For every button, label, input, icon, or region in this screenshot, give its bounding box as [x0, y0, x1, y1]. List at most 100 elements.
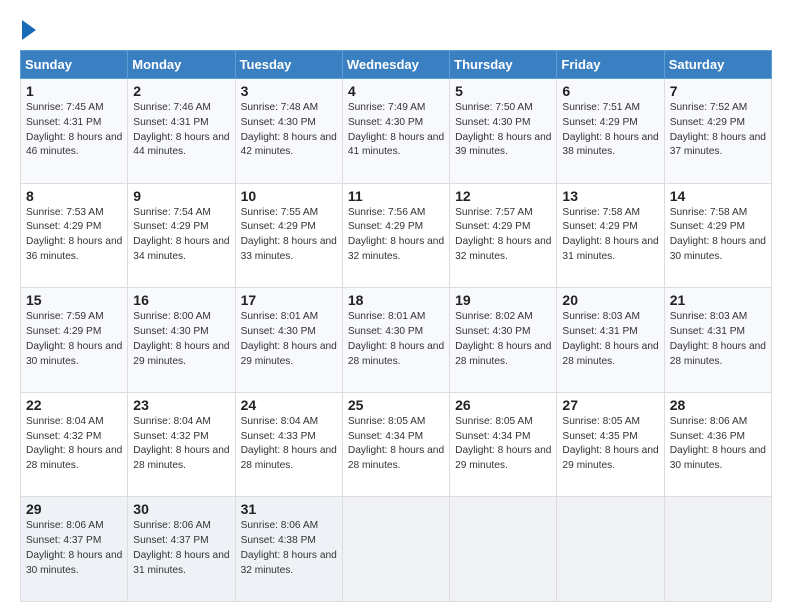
day-header-tuesday: Tuesday: [235, 51, 342, 79]
day-info: Sunrise: 8:05 AMSunset: 4:35 PMDaylight:…: [562, 416, 658, 471]
calendar-page: SundayMondayTuesdayWednesdayThursdayFrid…: [0, 0, 792, 612]
calendar-cell: 14 Sunrise: 7:58 AMSunset: 4:29 PMDaylig…: [664, 183, 771, 288]
day-number: 10: [241, 188, 337, 204]
day-number: 5: [455, 83, 551, 99]
day-number: 11: [348, 188, 444, 204]
day-info: Sunrise: 7:53 AMSunset: 4:29 PMDaylight:…: [26, 207, 122, 262]
calendar-cell: 23 Sunrise: 8:04 AMSunset: 4:32 PMDaylig…: [128, 392, 235, 497]
day-number: 8: [26, 188, 122, 204]
day-info: Sunrise: 7:46 AMSunset: 4:31 PMDaylight:…: [133, 102, 229, 157]
calendar-cell: 26 Sunrise: 8:05 AMSunset: 4:34 PMDaylig…: [450, 392, 557, 497]
calendar-cell: 2 Sunrise: 7:46 AMSunset: 4:31 PMDayligh…: [128, 79, 235, 184]
day-number: 27: [562, 397, 658, 413]
logo-arrow-icon: [22, 20, 36, 40]
day-info: Sunrise: 7:58 AMSunset: 4:29 PMDaylight:…: [670, 207, 766, 262]
day-info: Sunrise: 7:49 AMSunset: 4:30 PMDaylight:…: [348, 102, 444, 157]
day-number: 30: [133, 501, 229, 517]
day-number: 17: [241, 292, 337, 308]
logo: [20, 20, 36, 40]
day-info: Sunrise: 7:54 AMSunset: 4:29 PMDaylight:…: [133, 207, 229, 262]
calendar-cell: 24 Sunrise: 8:04 AMSunset: 4:33 PMDaylig…: [235, 392, 342, 497]
calendar-cell: 29 Sunrise: 8:06 AMSunset: 4:37 PMDaylig…: [21, 497, 128, 602]
day-number: 18: [348, 292, 444, 308]
day-number: 20: [562, 292, 658, 308]
day-info: Sunrise: 8:04 AMSunset: 4:32 PMDaylight:…: [26, 416, 122, 471]
calendar-cell: 8 Sunrise: 7:53 AMSunset: 4:29 PMDayligh…: [21, 183, 128, 288]
calendar-cell: 11 Sunrise: 7:56 AMSunset: 4:29 PMDaylig…: [342, 183, 449, 288]
day-info: Sunrise: 7:45 AMSunset: 4:31 PMDaylight:…: [26, 102, 122, 157]
day-header-sunday: Sunday: [21, 51, 128, 79]
day-number: 19: [455, 292, 551, 308]
calendar-week-row: 1 Sunrise: 7:45 AMSunset: 4:31 PMDayligh…: [21, 79, 772, 184]
calendar-cell: 27 Sunrise: 8:05 AMSunset: 4:35 PMDaylig…: [557, 392, 664, 497]
calendar-cell: 18 Sunrise: 8:01 AMSunset: 4:30 PMDaylig…: [342, 288, 449, 393]
day-number: 23: [133, 397, 229, 413]
day-number: 21: [670, 292, 766, 308]
page-header: [20, 16, 772, 40]
calendar-cell: 6 Sunrise: 7:51 AMSunset: 4:29 PMDayligh…: [557, 79, 664, 184]
day-number: 24: [241, 397, 337, 413]
calendar-cell: 20 Sunrise: 8:03 AMSunset: 4:31 PMDaylig…: [557, 288, 664, 393]
calendar-cell: 7 Sunrise: 7:52 AMSunset: 4:29 PMDayligh…: [664, 79, 771, 184]
day-info: Sunrise: 8:03 AMSunset: 4:31 PMDaylight:…: [670, 311, 766, 366]
day-info: Sunrise: 7:59 AMSunset: 4:29 PMDaylight:…: [26, 311, 122, 366]
calendar-header-row: SundayMondayTuesdayWednesdayThursdayFrid…: [21, 51, 772, 79]
day-header-wednesday: Wednesday: [342, 51, 449, 79]
calendar-cell: 9 Sunrise: 7:54 AMSunset: 4:29 PMDayligh…: [128, 183, 235, 288]
day-header-thursday: Thursday: [450, 51, 557, 79]
day-number: 7: [670, 83, 766, 99]
day-number: 31: [241, 501, 337, 517]
calendar-table: SundayMondayTuesdayWednesdayThursdayFrid…: [20, 50, 772, 602]
day-number: 26: [455, 397, 551, 413]
day-info: Sunrise: 8:00 AMSunset: 4:30 PMDaylight:…: [133, 311, 229, 366]
calendar-cell: 13 Sunrise: 7:58 AMSunset: 4:29 PMDaylig…: [557, 183, 664, 288]
day-header-friday: Friday: [557, 51, 664, 79]
day-info: Sunrise: 7:52 AMSunset: 4:29 PMDaylight:…: [670, 102, 766, 157]
day-number: 3: [241, 83, 337, 99]
calendar-week-row: 22 Sunrise: 8:04 AMSunset: 4:32 PMDaylig…: [21, 392, 772, 497]
day-info: Sunrise: 8:06 AMSunset: 4:38 PMDaylight:…: [241, 520, 337, 575]
calendar-cell: 16 Sunrise: 8:00 AMSunset: 4:30 PMDaylig…: [128, 288, 235, 393]
day-info: Sunrise: 8:01 AMSunset: 4:30 PMDaylight:…: [348, 311, 444, 366]
calendar-cell: [342, 497, 449, 602]
day-info: Sunrise: 8:03 AMSunset: 4:31 PMDaylight:…: [562, 311, 658, 366]
day-number: 29: [26, 501, 122, 517]
day-info: Sunrise: 7:48 AMSunset: 4:30 PMDaylight:…: [241, 102, 337, 157]
day-info: Sunrise: 8:05 AMSunset: 4:34 PMDaylight:…: [455, 416, 551, 471]
day-number: 1: [26, 83, 122, 99]
day-number: 14: [670, 188, 766, 204]
calendar-cell: 3 Sunrise: 7:48 AMSunset: 4:30 PMDayligh…: [235, 79, 342, 184]
calendar-cell: [450, 497, 557, 602]
day-number: 2: [133, 83, 229, 99]
day-number: 9: [133, 188, 229, 204]
calendar-cell: 4 Sunrise: 7:49 AMSunset: 4:30 PMDayligh…: [342, 79, 449, 184]
day-number: 16: [133, 292, 229, 308]
calendar-cell: 22 Sunrise: 8:04 AMSunset: 4:32 PMDaylig…: [21, 392, 128, 497]
day-info: Sunrise: 8:04 AMSunset: 4:32 PMDaylight:…: [133, 416, 229, 471]
calendar-cell: 1 Sunrise: 7:45 AMSunset: 4:31 PMDayligh…: [21, 79, 128, 184]
calendar-week-row: 15 Sunrise: 7:59 AMSunset: 4:29 PMDaylig…: [21, 288, 772, 393]
day-number: 22: [26, 397, 122, 413]
calendar-cell: 5 Sunrise: 7:50 AMSunset: 4:30 PMDayligh…: [450, 79, 557, 184]
day-number: 13: [562, 188, 658, 204]
day-info: Sunrise: 7:57 AMSunset: 4:29 PMDaylight:…: [455, 207, 551, 262]
day-info: Sunrise: 7:56 AMSunset: 4:29 PMDaylight:…: [348, 207, 444, 262]
calendar-cell: 19 Sunrise: 8:02 AMSunset: 4:30 PMDaylig…: [450, 288, 557, 393]
day-number: 25: [348, 397, 444, 413]
day-header-monday: Monday: [128, 51, 235, 79]
calendar-week-row: 8 Sunrise: 7:53 AMSunset: 4:29 PMDayligh…: [21, 183, 772, 288]
day-number: 28: [670, 397, 766, 413]
calendar-cell: 30 Sunrise: 8:06 AMSunset: 4:37 PMDaylig…: [128, 497, 235, 602]
calendar-cell: 12 Sunrise: 7:57 AMSunset: 4:29 PMDaylig…: [450, 183, 557, 288]
calendar-cell: 17 Sunrise: 8:01 AMSunset: 4:30 PMDaylig…: [235, 288, 342, 393]
calendar-cell: 10 Sunrise: 7:55 AMSunset: 4:29 PMDaylig…: [235, 183, 342, 288]
day-info: Sunrise: 7:51 AMSunset: 4:29 PMDaylight:…: [562, 102, 658, 157]
calendar-cell: 21 Sunrise: 8:03 AMSunset: 4:31 PMDaylig…: [664, 288, 771, 393]
day-header-saturday: Saturday: [664, 51, 771, 79]
day-info: Sunrise: 8:04 AMSunset: 4:33 PMDaylight:…: [241, 416, 337, 471]
day-number: 4: [348, 83, 444, 99]
day-info: Sunrise: 8:06 AMSunset: 4:37 PMDaylight:…: [133, 520, 229, 575]
day-info: Sunrise: 8:02 AMSunset: 4:30 PMDaylight:…: [455, 311, 551, 366]
calendar-cell: 28 Sunrise: 8:06 AMSunset: 4:36 PMDaylig…: [664, 392, 771, 497]
day-info: Sunrise: 7:58 AMSunset: 4:29 PMDaylight:…: [562, 207, 658, 262]
